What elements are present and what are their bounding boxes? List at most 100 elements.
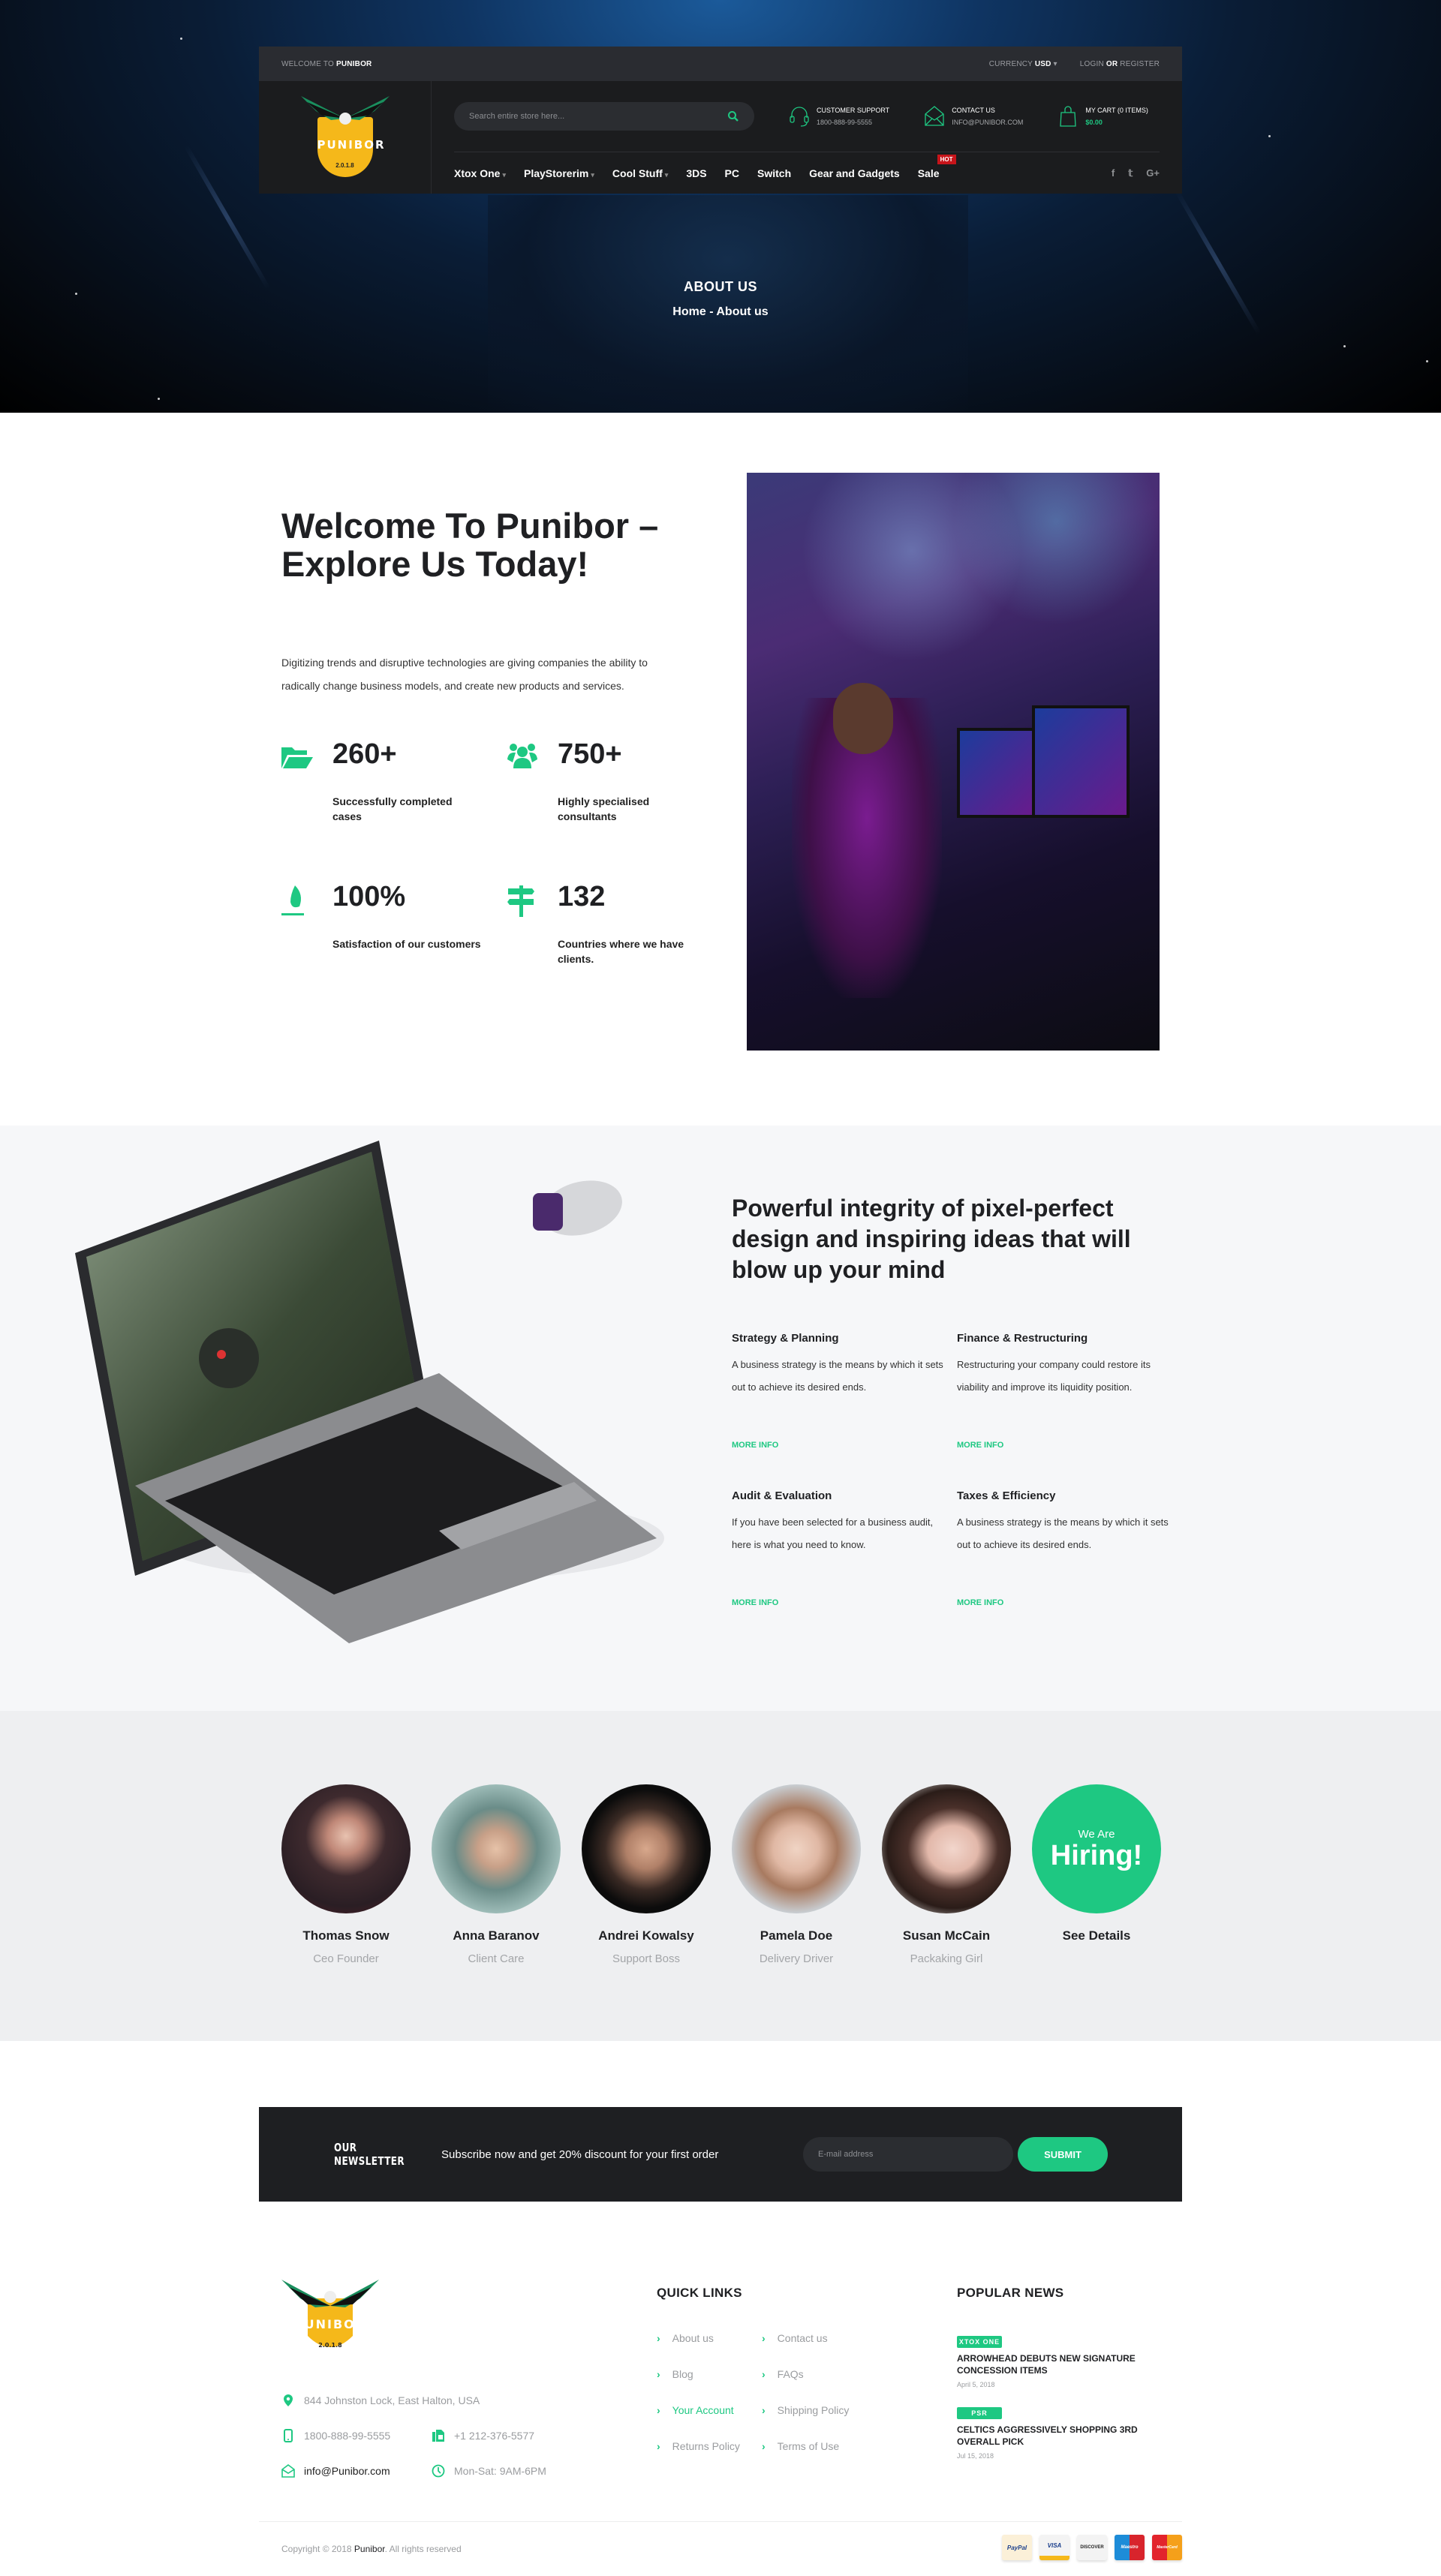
mobile-phone-icon bbox=[284, 2429, 293, 2442]
social-links: f 𝕥 G+ bbox=[1112, 167, 1160, 179]
quick-link[interactable]: › Contact us bbox=[762, 2332, 828, 2344]
google-plus-icon[interactable]: G+ bbox=[1146, 167, 1160, 179]
hero-banner: WELCOME TO PUNIBOR CURRENCY USD ▾ LOGIN … bbox=[0, 0, 1441, 413]
users-icon bbox=[507, 744, 537, 768]
news-title[interactable]: ARROWHEAD DEBUTS NEW SIGNATURE CONCESSIO… bbox=[957, 2352, 1152, 2376]
more-info-link[interactable]: MORE INFO bbox=[957, 1441, 1175, 1450]
quick-link[interactable]: › Blog bbox=[657, 2368, 693, 2380]
quick-link[interactable]: › About us bbox=[657, 2332, 714, 2344]
star bbox=[1343, 345, 1346, 347]
page-title: ABOUT US bbox=[684, 279, 757, 294]
footer-address: 844 Johnston Lock, East Halton, USA bbox=[281, 2394, 480, 2407]
avatar bbox=[432, 1784, 561, 1913]
chevron-right-icon: › bbox=[657, 2332, 660, 2344]
nav-item-gear-and-gadgets[interactable]: Gear and Gadgets bbox=[809, 167, 900, 179]
newsletter-submit-button[interactable]: SUBMIT bbox=[1018, 2137, 1108, 2172]
gamer-photo bbox=[747, 473, 1160, 1051]
monitor bbox=[1032, 705, 1130, 818]
mastercard-icon: MasterCard bbox=[1152, 2535, 1182, 2560]
footer-fax: +1 212-376-5577 bbox=[432, 2429, 534, 2442]
shopping-bag-icon bbox=[1060, 106, 1077, 127]
light-beam bbox=[184, 145, 271, 290]
about-heading: Welcome To Punibor – Explore Us Today! bbox=[281, 506, 659, 584]
register-link[interactable]: REGISTER bbox=[1120, 60, 1160, 68]
map-pin-icon bbox=[284, 2394, 293, 2406]
team-member[interactable]: Pamela Doe Delivery Driver bbox=[732, 1784, 861, 1965]
more-info-link[interactable]: MORE INFO bbox=[957, 1598, 1175, 1607]
about-intro: Digitizing trends and disruptive technol… bbox=[281, 657, 648, 692]
hiring-badge: We Are Hiring! bbox=[1032, 1784, 1161, 1913]
chevron-down-icon: ▾ bbox=[664, 170, 669, 179]
more-info-link[interactable]: MORE INFO bbox=[732, 1598, 949, 1607]
quick-link[interactable]: › Returns Policy bbox=[657, 2440, 740, 2452]
quick-link[interactable]: › Terms of Use bbox=[762, 2440, 839, 2452]
footer-logo[interactable]: PUNIBOR 2.0.1.8 bbox=[281, 2276, 379, 2358]
svg-text:PUNIBOR: PUNIBOR bbox=[294, 2317, 366, 2331]
quick-link[interactable]: › FAQs bbox=[762, 2368, 804, 2380]
fax-icon bbox=[432, 2430, 444, 2442]
nav-item-cool-stuff[interactable]: Cool Stuff ▾ bbox=[612, 167, 668, 179]
account-links: LOGIN OR REGISTER bbox=[1079, 59, 1160, 68]
nav-item-switch[interactable]: Switch bbox=[757, 167, 791, 179]
search-box bbox=[454, 102, 754, 131]
chevron-down-icon: ▾ bbox=[502, 170, 506, 179]
news-tag[interactable]: PSR bbox=[957, 2407, 1002, 2419]
quick-link[interactable]: › Shipping Policy bbox=[762, 2404, 849, 2416]
newsletter-email-input[interactable] bbox=[803, 2137, 1013, 2172]
footer-email[interactable]: info@Punibor.com bbox=[281, 2464, 390, 2478]
search-input[interactable] bbox=[469, 112, 694, 121]
news-date: April 5, 2018 bbox=[957, 2381, 995, 2388]
search-icon[interactable] bbox=[727, 110, 739, 122]
more-info-link[interactable]: MORE INFO bbox=[732, 1441, 949, 1450]
news-date: Jul 15, 2018 bbox=[957, 2452, 994, 2460]
newsletter-bar: OUR NEWSLETTER Subscribe now and get 20%… bbox=[259, 2107, 1182, 2202]
avatar bbox=[732, 1784, 861, 1913]
team-member[interactable]: Andrei Kowalsy Support Boss bbox=[582, 1784, 711, 1965]
newsletter-title: OUR NEWSLETTER bbox=[334, 2141, 405, 2168]
feature-card-strategy: Strategy & Planning A business strategy … bbox=[732, 1332, 943, 1393]
welcome-text: WELCOME TO PUNIBOR bbox=[281, 59, 372, 68]
twitter-icon[interactable]: 𝕥 bbox=[1128, 167, 1133, 179]
site-logo[interactable]: PUNIBOR 2.0.1.8 bbox=[296, 89, 394, 186]
popular-news-heading: POPULAR NEWS bbox=[957, 2286, 1064, 2300]
star bbox=[180, 38, 182, 40]
hot-badge: HOT bbox=[937, 154, 956, 164]
team-member[interactable]: Anna Baranov Client Care bbox=[432, 1784, 561, 1965]
team-member[interactable]: Susan McCain Packaking Girl bbox=[882, 1784, 1011, 1965]
feature-card-taxes: Taxes & Efficiency A business strategy i… bbox=[957, 1489, 1169, 1550]
chevron-right-icon: › bbox=[762, 2404, 766, 2416]
logo-wordmark: PUNIBOR bbox=[317, 138, 386, 152]
footer: OUR NEWSLETTER Subscribe now and get 20%… bbox=[0, 2041, 1441, 2576]
news-item[interactable]: PSR CELTICS AGGRESSIVELY SHOPPING 3RD OV… bbox=[957, 2406, 1152, 2460]
nav-item-pc[interactable]: PC bbox=[725, 167, 739, 179]
star bbox=[158, 398, 160, 400]
news-title[interactable]: CELTICS AGGRESSIVELY SHOPPING 3RD OVERAL… bbox=[957, 2424, 1152, 2448]
currency-selector[interactable]: CURRENCY USD ▾ bbox=[989, 60, 1057, 68]
contact-us[interactable]: CONTACT US INFO@PUNIBOR.COM bbox=[923, 104, 1023, 128]
feature-card-finance: Finance & Restructuring Restructuring yo… bbox=[957, 1332, 1151, 1393]
see-details-link[interactable]: See Details bbox=[1032, 1928, 1161, 1943]
feature-card-audit: Audit & Evaluation If you have been sele… bbox=[732, 1489, 934, 1550]
facebook-icon[interactable]: f bbox=[1112, 167, 1115, 179]
chevron-right-icon: › bbox=[657, 2404, 660, 2416]
chevron-right-icon: › bbox=[657, 2440, 660, 2452]
footer-hours: Mon-Sat: 9AM-6PM bbox=[432, 2464, 546, 2478]
nav-item-playstorerim[interactable]: PlayStorerim ▾ bbox=[524, 167, 594, 179]
footer-phone: 1800-888-99-5555 bbox=[281, 2429, 390, 2442]
team-member[interactable]: Thomas Snow Ceo Founder bbox=[281, 1784, 411, 1965]
hiring-card[interactable]: We Are Hiring! See Details bbox=[1032, 1784, 1161, 1943]
copyright: Copyright © 2018 Punibor. All rights res… bbox=[281, 2544, 462, 2554]
news-item[interactable]: XTOX ONE ARROWHEAD DEBUTS NEW SIGNATURE … bbox=[957, 2334, 1152, 2388]
news-tag[interactable]: XTOX ONE bbox=[957, 2336, 1002, 2348]
site-header: WELCOME TO PUNIBOR CURRENCY USD ▾ LOGIN … bbox=[259, 47, 1182, 194]
nav-item-xtox-one[interactable]: Xtox One ▾ bbox=[454, 167, 506, 179]
nav-item-sale[interactable]: Sale HOT bbox=[918, 154, 956, 179]
customer-support[interactable]: CUSTOMER SUPPORT 1800-888-99-5555 bbox=[788, 104, 889, 128]
nav-item-3ds[interactable]: 3DS bbox=[686, 167, 706, 179]
quick-link-active[interactable]: › Your Account bbox=[657, 2404, 734, 2416]
page-title-block: ABOUT US Home - About us bbox=[0, 279, 1441, 319]
login-link[interactable]: LOGIN bbox=[1080, 60, 1104, 68]
my-cart[interactable]: MY CART (0 ITEMS) $0.00 bbox=[1057, 104, 1148, 128]
breadcrumb[interactable]: Home - About us bbox=[0, 305, 1441, 319]
quick-links-heading: QUICK LINKS bbox=[657, 2286, 742, 2300]
